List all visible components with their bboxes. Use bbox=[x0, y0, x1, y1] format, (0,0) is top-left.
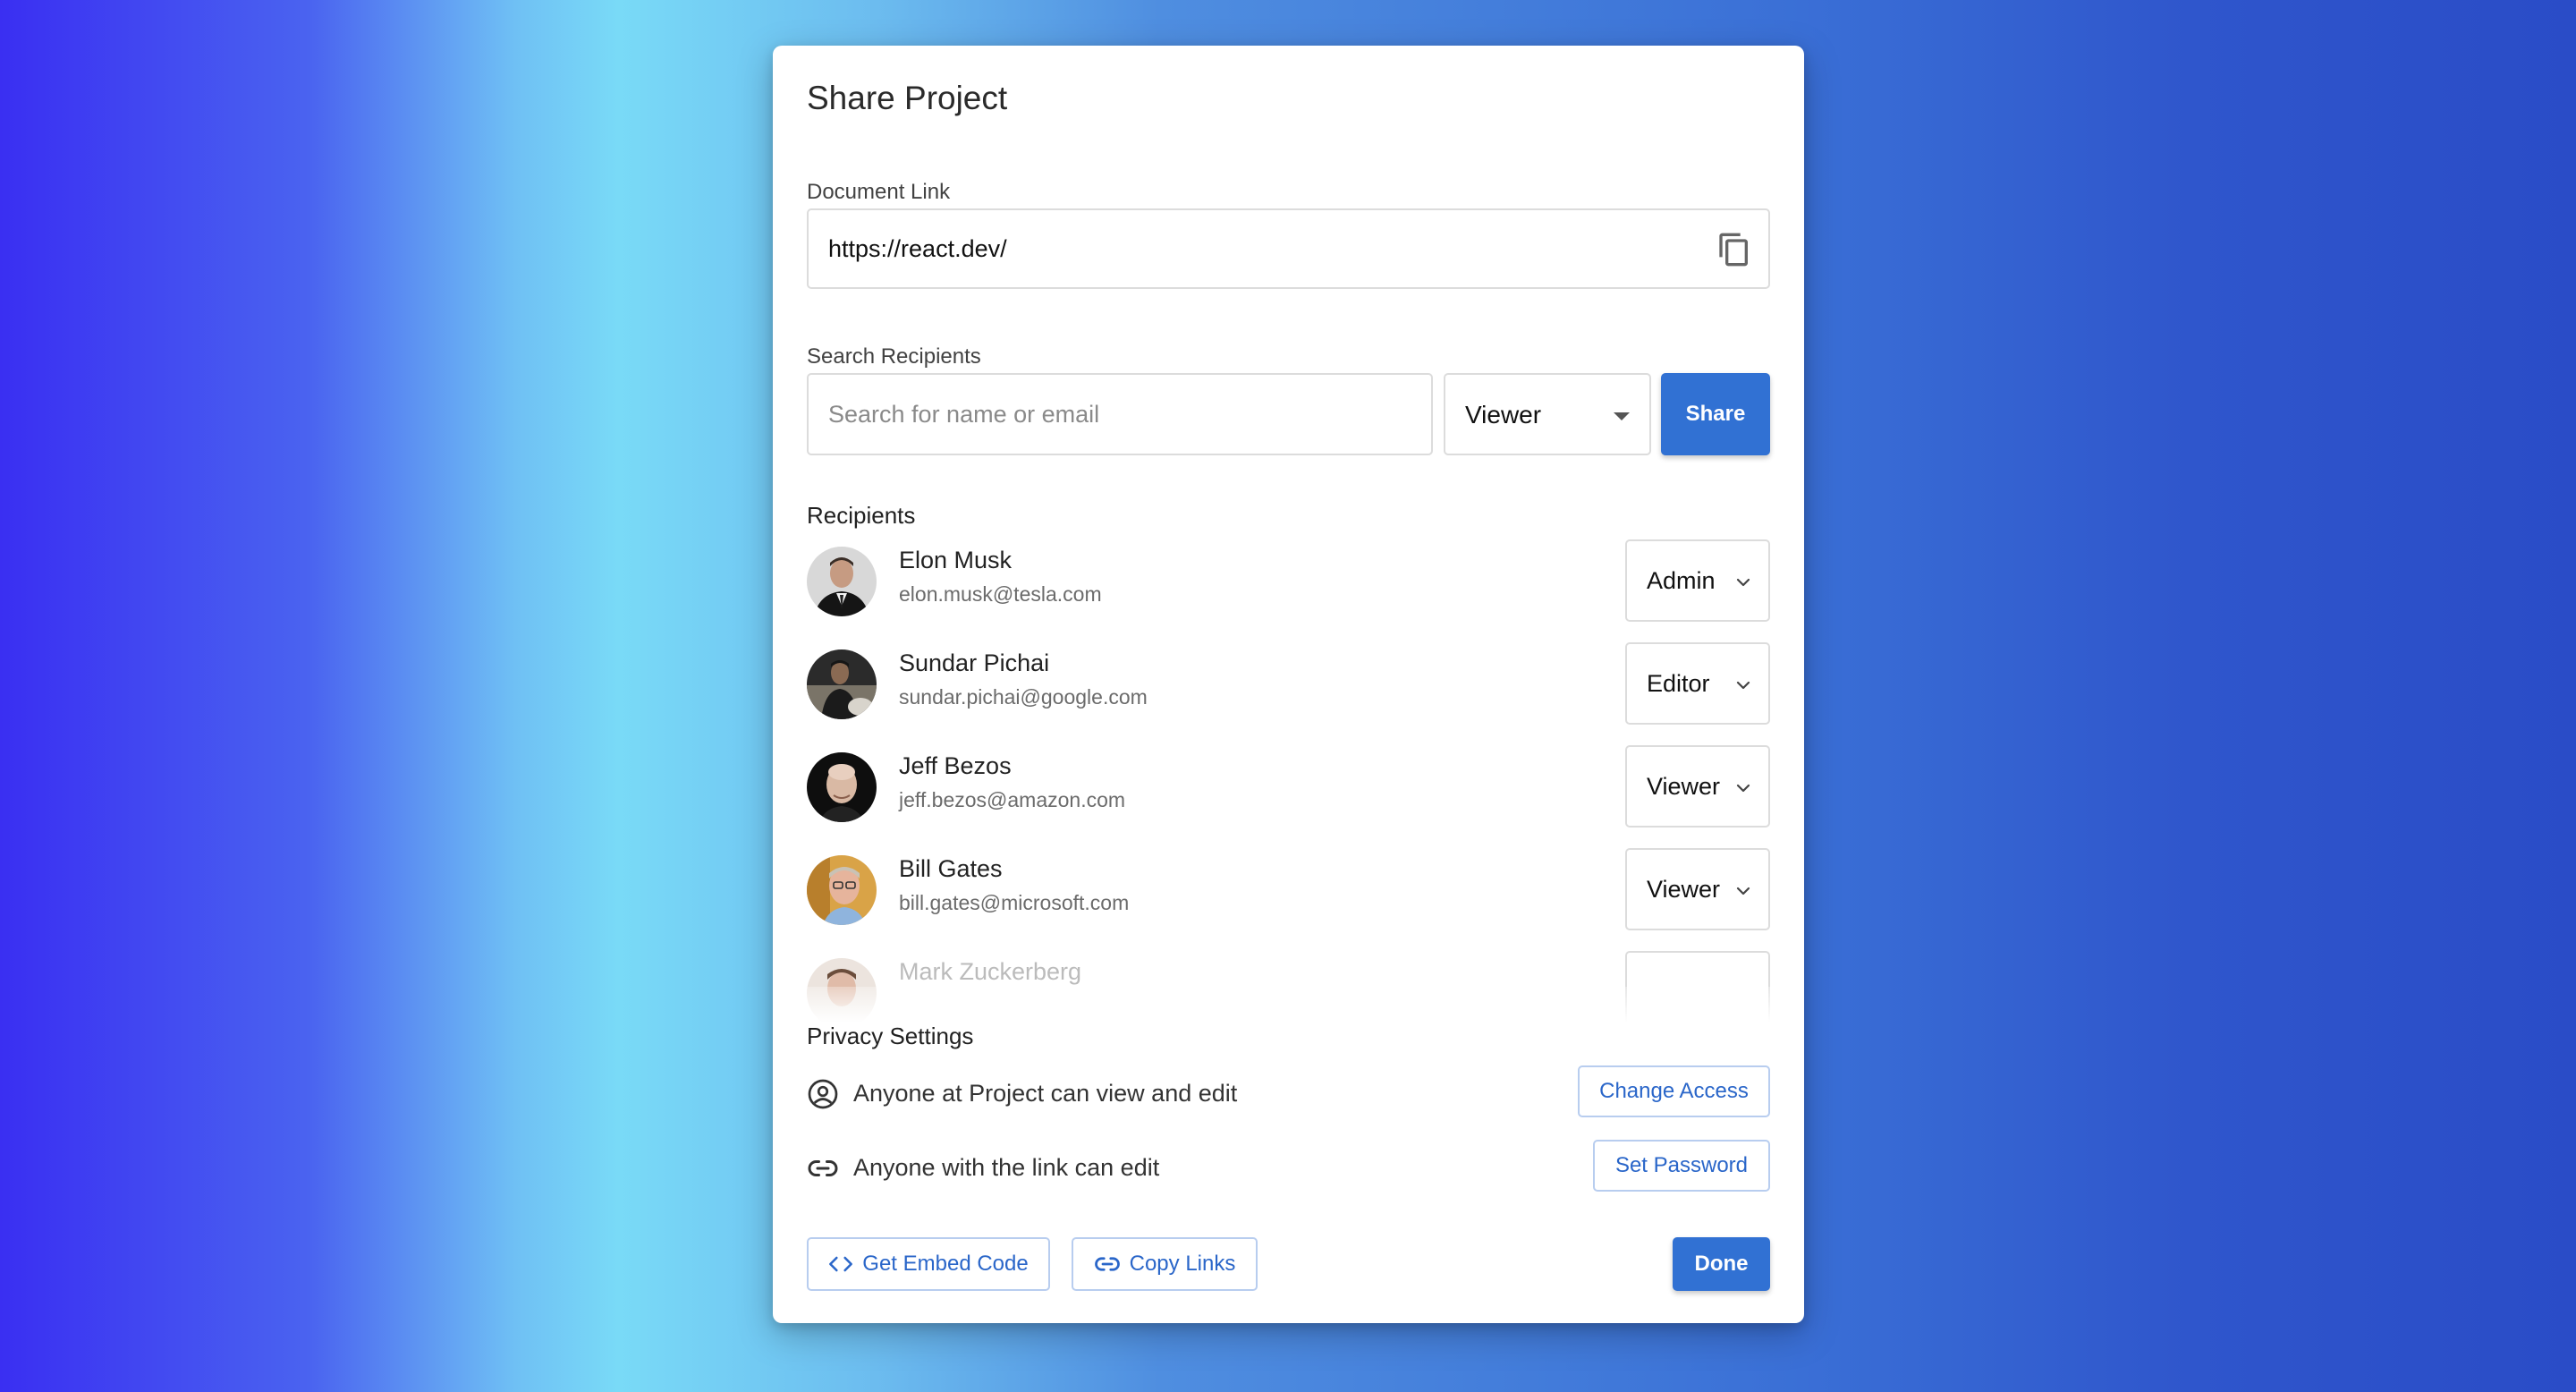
role-value: Admin bbox=[1647, 567, 1716, 594]
search-recipients-label: Search Recipients bbox=[807, 344, 981, 369]
done-button[interactable]: Done bbox=[1673, 1237, 1770, 1291]
chevron-down-icon bbox=[1736, 681, 1750, 690]
recipient-name: Elon Musk bbox=[899, 547, 1013, 573]
recipients-list[interactable]: Elon Musk elon.musk@tesla.com Admin Sund… bbox=[807, 539, 1770, 1023]
document-link-field[interactable]: https://react.dev/ bbox=[807, 208, 1770, 289]
avatar bbox=[807, 547, 877, 616]
code-icon bbox=[829, 1256, 853, 1272]
link-icon bbox=[1094, 1257, 1120, 1271]
new-recipient-role-select[interactable]: Viewer bbox=[1444, 373, 1651, 455]
user-circle-icon bbox=[808, 1079, 838, 1109]
link-icon bbox=[808, 1160, 838, 1176]
copy-icon[interactable] bbox=[1716, 230, 1752, 269]
document-link-value: https://react.dev/ bbox=[828, 235, 1007, 262]
recipient-row: Jeff Bezos jeff.bezos@amazon.com Viewer bbox=[807, 745, 1770, 828]
role-value: Viewer bbox=[1647, 876, 1721, 903]
recipient-role-select[interactable]: Admin bbox=[1625, 539, 1770, 622]
recipient-role-select[interactable]: Viewer bbox=[1625, 848, 1770, 930]
recipient-row: Bill Gates bill.gates@microsoft.com View… bbox=[807, 848, 1770, 930]
chevron-down-icon bbox=[1736, 784, 1750, 793]
recipient-role-select[interactable]: Viewer bbox=[1625, 745, 1770, 828]
recipient-role-select[interactable]: Editor bbox=[1625, 642, 1770, 725]
change-access-button[interactable]: Change Access bbox=[1578, 1065, 1770, 1117]
search-input[interactable] bbox=[809, 375, 1431, 454]
recipient-row: Elon Musk elon.musk@tesla.com Admin bbox=[807, 539, 1770, 622]
recipients-heading: Recipients bbox=[807, 502, 916, 529]
scroll-fade bbox=[807, 987, 1770, 1023]
copy-links-label: Copy Links bbox=[1129, 1252, 1236, 1276]
avatar bbox=[807, 752, 877, 822]
recipient-row: Sundar Pichai sundar.pichai@google.com E… bbox=[807, 642, 1770, 725]
recipient-email: jeff.bezos@amazon.com bbox=[899, 788, 1126, 811]
document-link-label: Document Link bbox=[807, 180, 951, 204]
privacy-text: Anyone with the link can edit bbox=[853, 1154, 1160, 1181]
search-field-wrapper bbox=[807, 373, 1433, 455]
privacy-settings-heading: Privacy Settings bbox=[807, 1023, 974, 1049]
privacy-row-project: Anyone at Project can view and edit Chan… bbox=[807, 1065, 1770, 1119]
set-password-button[interactable]: Set Password bbox=[1593, 1140, 1770, 1192]
share-project-dialog: Share Project Document Link https://reac… bbox=[773, 46, 1804, 1323]
role-value: Viewer bbox=[1647, 773, 1721, 800]
chevron-down-icon bbox=[1736, 887, 1750, 895]
dialog-title: Share Project bbox=[807, 80, 1008, 116]
embed-label: Get Embed Code bbox=[862, 1252, 1029, 1276]
role-value: Editor bbox=[1647, 670, 1710, 697]
recipient-email: sundar.pichai@google.com bbox=[899, 685, 1148, 709]
recipient-name: Bill Gates bbox=[899, 855, 1003, 882]
recipient-email: elon.musk@tesla.com bbox=[899, 582, 1102, 606]
avatar bbox=[807, 855, 877, 925]
recipient-name: Mark Zuckerberg bbox=[899, 958, 1082, 985]
caret-down-icon bbox=[1614, 412, 1630, 420]
privacy-text: Anyone at Project can view and edit bbox=[853, 1080, 1238, 1107]
recipient-email: bill.gates@microsoft.com bbox=[899, 891, 1130, 914]
chevron-down-icon bbox=[1736, 578, 1750, 587]
get-embed-code-button[interactable]: Get Embed Code bbox=[807, 1237, 1050, 1291]
recipient-name: Sundar Pichai bbox=[899, 649, 1050, 676]
recipient-name: Jeff Bezos bbox=[899, 752, 1012, 779]
copy-links-button[interactable]: Copy Links bbox=[1072, 1237, 1258, 1291]
avatar bbox=[807, 649, 877, 719]
role-select-value: Viewer bbox=[1465, 401, 1542, 429]
share-button[interactable]: Share bbox=[1661, 373, 1770, 455]
privacy-row-link: Anyone with the link can edit Set Passwo… bbox=[807, 1140, 1770, 1193]
